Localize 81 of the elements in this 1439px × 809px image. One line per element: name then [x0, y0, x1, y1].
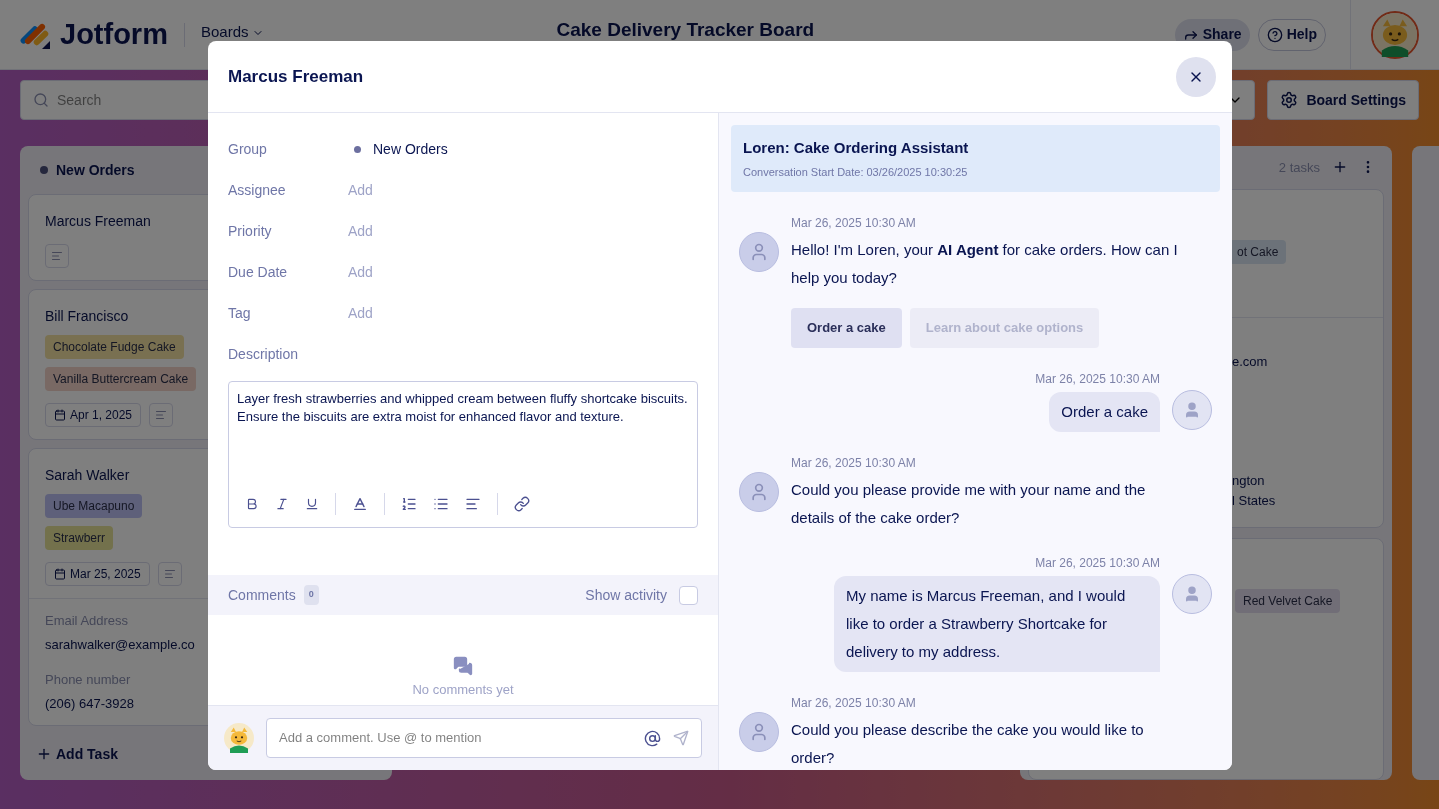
field-value: l States: [1232, 492, 1276, 510]
field-value: sarahwalker@example.co: [45, 635, 195, 654]
due-date-chip: Apr 1, 2025: [45, 403, 142, 427]
agent-message: Could you please describe the cake you would like to order?: [791, 720, 1145, 768]
field-label: Group: [228, 139, 268, 159]
text-lines-icon: [155, 409, 168, 421]
chat-title: Loren: Cake Ordering Assistant: [743, 138, 970, 158]
comments-label: Comments: [228, 585, 296, 605]
quick-reply-button[interactable]: Order a cake: [791, 308, 902, 348]
message-time: Mar 26, 2025 10:30 AM: [1035, 555, 1160, 572]
comment-count: 0: [303, 585, 319, 605]
add-link[interactable]: Add: [348, 220, 373, 242]
link-icon[interactable]: [514, 496, 530, 512]
person-icon: [749, 242, 769, 262]
field-label: Email Address: [45, 612, 129, 630]
user-message: My name is Marcus Freeman, and I would like to order a Strawberry Shortcake for delivery to my address.: [834, 576, 1160, 672]
text-lines-icon: [51, 250, 63, 262]
group-value[interactable]: New Orders: [373, 138, 448, 160]
card-title: Sarah Walker: [45, 466, 130, 485]
person-icon: [1183, 585, 1201, 603]
chat-subtitle: Conversation Start Date: 03/26/2025 10:30:25: [743, 164, 969, 180]
numbered-list-icon[interactable]: [401, 496, 417, 512]
chat-bubbles-icon: [453, 655, 473, 676]
card-title: Bill Francisco: [45, 307, 129, 326]
field-label: Priority: [228, 221, 273, 241]
brand-name: Jotform: [60, 16, 168, 52]
due-date-chip: Mar 25, 2025: [45, 562, 150, 586]
add-link[interactable]: Add: [348, 261, 373, 283]
message-time: Mar 26, 2025 10:30 AM: [791, 455, 917, 472]
dialog-title: Marcus Freeman: [228, 65, 364, 88]
cake-tag: Ube Macapuno: [45, 494, 143, 518]
field-value: (206) 647-3928: [45, 694, 134, 713]
comment-field[interactable]: Add a comment. Use @ to mention: [266, 718, 702, 758]
message-time: Mar 26, 2025 10:30 AM: [1035, 371, 1160, 388]
person-icon: [1183, 401, 1201, 419]
cake-tag: Vanilla Buttercream Cake: [45, 367, 197, 391]
board-settings-button[interactable]: Board Settings: [1267, 80, 1419, 120]
text-color-icon[interactable]: [352, 496, 368, 512]
field-label: Phone number: [45, 671, 131, 689]
show-activity-checkbox[interactable]: [679, 585, 698, 605]
cat-avatar-icon: [224, 723, 254, 753]
search-icon: [33, 92, 49, 108]
settings-icon: [1280, 91, 1299, 109]
description-editor[interactable]: Layer fresh strawberries and whipped cream between fluffy shortcake biscuits. Ensure the biscuits are extra moist for enhanced flavor and texture.: [228, 381, 698, 528]
user-message: Order a cake: [1049, 392, 1160, 432]
person-icon: [749, 482, 769, 502]
column-title: New Orders: [56, 160, 135, 180]
close-button[interactable]: [1176, 56, 1216, 97]
cat-avatar-icon: [1373, 12, 1417, 57]
field-value: e.com: [1232, 352, 1268, 371]
add-link[interactable]: Add: [348, 302, 373, 324]
text-lines-icon: [163, 568, 176, 580]
message-time: Mar 26, 2025 10:30 AM: [791, 695, 917, 712]
cake-tag: Strawberr: [45, 526, 113, 550]
field-label: Tag: [228, 303, 252, 323]
calendar-icon: [54, 568, 66, 580]
person-icon: [749, 722, 769, 742]
underline-icon[interactable]: [305, 497, 319, 511]
board-title: Cake Delivery Tracker Board: [556, 18, 815, 43]
cake-tag: Chocolate Fudge Cake: [45, 335, 184, 359]
cake-tag: ot Cake: [1229, 239, 1287, 264]
field-value: ngton: [1232, 472, 1265, 490]
plus-icon: [36, 746, 52, 762]
bold-icon[interactable]: [245, 497, 259, 511]
italic-icon[interactable]: [275, 497, 289, 511]
bullet-list-icon[interactable]: [433, 496, 449, 512]
message-time: Mar 26, 2025 10:30 AM: [791, 215, 917, 232]
show-activity-label: Show activity: [585, 585, 667, 605]
align-left-icon[interactable]: [465, 496, 481, 512]
help-icon: [1266, 26, 1283, 43]
field-label: Due Date: [228, 262, 289, 282]
empty-comments-text: No comments yet: [412, 680, 514, 699]
calendar-icon: [54, 409, 66, 421]
agent-message: Hello! I'm Loren, your AI Agent for cake orders. How can I help you today?: [791, 240, 1179, 288]
card-title: Marcus Freeman: [45, 212, 151, 231]
boards-menu[interactable]: Boards: [200, 21, 265, 44]
mention-icon[interactable]: [644, 729, 661, 747]
field-label: Description: [228, 345, 300, 364]
search-input[interactable]: Search: [57, 89, 238, 111]
cake-tag: Red Velvet Cake: [1235, 589, 1341, 613]
agent-message: Could you please provide me with your name and the details of the cake order?: [791, 480, 1147, 528]
